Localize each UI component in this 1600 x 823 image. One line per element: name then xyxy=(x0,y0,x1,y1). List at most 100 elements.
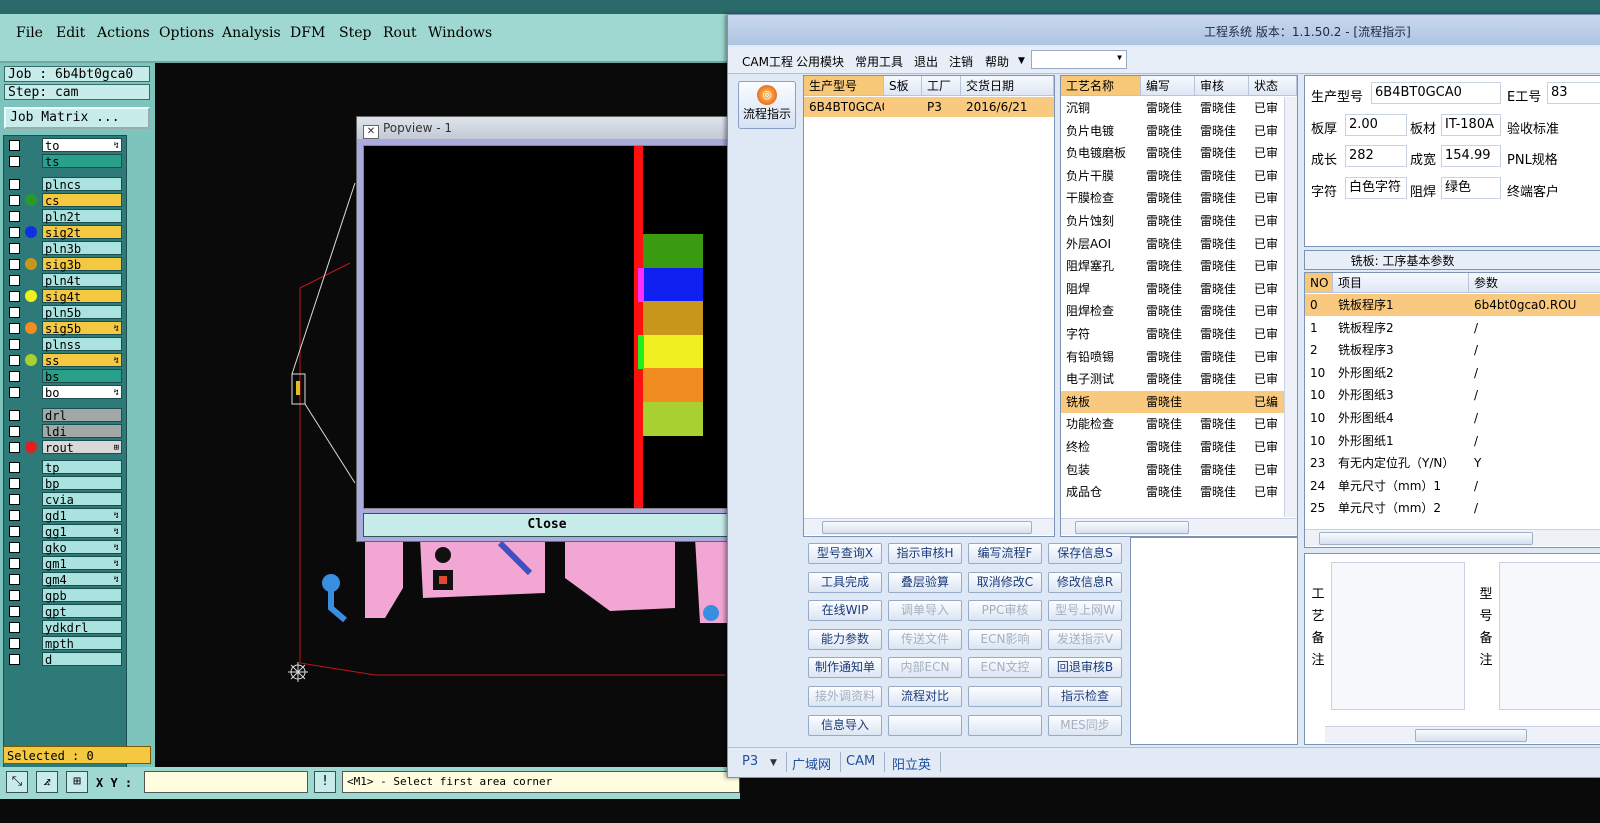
process-cell[interactable]: 雷晓佳 xyxy=(1141,481,1195,503)
menu-help[interactable]: 帮助 xyxy=(985,53,1009,70)
layer-row[interactable]: d xyxy=(4,652,126,667)
process-cell[interactable]: 雷晓佳 xyxy=(1195,255,1249,277)
process-cell[interactable]: 雷晓佳 xyxy=(1195,165,1249,187)
order-cell[interactable] xyxy=(884,97,922,117)
process-cell[interactable]: 雷晓佳 xyxy=(1141,436,1195,458)
order-col-header[interactable]: S板 xyxy=(884,76,922,96)
layer-checkbox[interactable] xyxy=(9,243,20,254)
layer-name[interactable]: pln3b xyxy=(42,241,122,256)
action-button[interactable]: PPC审核 xyxy=(968,600,1042,622)
process-cell[interactable]: 雷晓佳 xyxy=(1141,459,1195,481)
order-cell[interactable]: P3 xyxy=(922,97,961,117)
process-cell[interactable]: 雷晓佳 xyxy=(1141,368,1195,390)
close-button[interactable]: Close xyxy=(363,513,731,537)
order-scrollbar[interactable] xyxy=(804,518,1054,535)
layer-checkbox[interactable] xyxy=(9,542,20,553)
layer-name[interactable]: pln4t xyxy=(42,273,122,288)
process-cell[interactable]: 雷晓佳 xyxy=(1195,481,1249,503)
layer-name[interactable]: gm4 ↯ xyxy=(42,572,122,587)
layer-row[interactable]: ldi xyxy=(4,424,126,439)
layer-name[interactable]: rout ⊞ xyxy=(42,440,122,455)
order-cell[interactable]: 2016/6/21 xyxy=(961,97,1054,117)
process-cell[interactable]: 雷晓佳 xyxy=(1141,346,1195,368)
action-button[interactable]: 接外调资料 xyxy=(808,686,882,707)
layer-checkbox[interactable] xyxy=(9,590,20,601)
action-button[interactable]: ECN文控 xyxy=(968,657,1042,679)
char-field[interactable]: 白色字符 xyxy=(1345,177,1407,199)
layer-name[interactable]: pln2t xyxy=(42,209,122,224)
layer-name[interactable]: cvia xyxy=(42,492,122,507)
process-cell[interactable]: 雷晓佳 xyxy=(1141,142,1195,164)
model-field[interactable]: 6B4BT0GCA0 xyxy=(1371,82,1501,104)
process-cell[interactable]: 雷晓佳 xyxy=(1141,233,1195,255)
layer-name[interactable]: mpth xyxy=(42,636,122,651)
layer-checkbox[interactable] xyxy=(9,462,20,473)
layer-name[interactable]: to ↯ xyxy=(42,138,122,153)
process-cell[interactable]: 雷晓佳 xyxy=(1195,97,1249,119)
material-field[interactable]: IT-180A xyxy=(1441,114,1501,136)
scroll-thumb[interactable] xyxy=(1319,532,1533,545)
layer-checkbox[interactable] xyxy=(9,478,20,489)
param-cell[interactable]: / xyxy=(1469,475,1600,497)
order-col-header[interactable]: 交货日期 xyxy=(961,76,1054,96)
param-cell[interactable]: 10 xyxy=(1305,384,1333,406)
process-cell[interactable]: 外层AOI xyxy=(1061,233,1141,255)
zoom-area-icon[interactable]: ⤡ xyxy=(6,771,28,793)
flow-indicator-button[interactable]: ◎ 流程指示 xyxy=(738,81,796,129)
action-button[interactable]: 调单导入 xyxy=(888,600,962,622)
layer-checkbox[interactable] xyxy=(9,574,20,585)
layer-name[interactable]: bs xyxy=(42,369,122,384)
action-button[interactable]: 修改信息R xyxy=(1048,571,1122,593)
action-button[interactable]: 能力参数 xyxy=(808,628,882,650)
param-cell[interactable]: / xyxy=(1469,407,1600,429)
process-col-header[interactable]: 状态 xyxy=(1249,76,1297,96)
layer-checkbox[interactable] xyxy=(9,323,20,334)
layer-checkbox[interactable] xyxy=(9,140,20,151)
menu-edit[interactable]: Edit xyxy=(56,25,85,41)
action-button[interactable]: 回退审核B xyxy=(1048,657,1122,679)
layer-name[interactable]: gko ↯ xyxy=(42,540,122,555)
process-cell[interactable]: 阻焊检查 xyxy=(1061,300,1141,322)
process-cell[interactable]: 雷晓佳 xyxy=(1141,278,1195,300)
layer-name[interactable]: sig2t xyxy=(42,225,122,240)
layer-row[interactable]: sig4t xyxy=(4,289,126,304)
process-cell[interactable]: 功能检查 xyxy=(1061,413,1141,435)
layer-checkbox[interactable] xyxy=(9,339,20,350)
layer-name[interactable]: ldi xyxy=(42,424,122,439)
layer-checkbox[interactable] xyxy=(9,156,20,167)
layer-row[interactable]: ts xyxy=(4,154,126,169)
action-button[interactable]: 流程对比 xyxy=(888,686,962,707)
menu-tools[interactable]: 常用工具 xyxy=(855,53,903,70)
menu-analysis[interactable]: Analysis xyxy=(222,25,281,41)
action-button[interactable]: 内部ECN xyxy=(888,657,962,679)
layer-row[interactable]: cvia xyxy=(4,492,126,507)
process-cell[interactable]: 负片蚀刻 xyxy=(1061,210,1141,232)
layer-row[interactable]: cs xyxy=(4,193,126,208)
param-cell[interactable]: / xyxy=(1469,317,1600,339)
param-cell[interactable]: 10 xyxy=(1305,362,1333,384)
process-cell[interactable]: 包装 xyxy=(1061,459,1141,481)
factory-dropdown-icon[interactable]: ▼ xyxy=(770,758,777,768)
layer-checkbox[interactable] xyxy=(9,259,20,270)
layer-row[interactable]: gpt xyxy=(4,604,126,619)
param-cell[interactable]: 1 xyxy=(1305,317,1333,339)
layer-checkbox[interactable] xyxy=(9,606,20,617)
param-cell[interactable]: 10 xyxy=(1305,430,1333,452)
job-matrix-button[interactable]: Job Matrix ... xyxy=(4,107,150,129)
param-cell[interactable]: 有无内定位孔（Y/N） xyxy=(1333,452,1469,474)
process-cell[interactable]: 电子测试 xyxy=(1061,368,1141,390)
layer-row[interactable]: mpth xyxy=(4,636,126,651)
layer-checkbox[interactable] xyxy=(9,638,20,649)
layer-checkbox[interactable] xyxy=(9,195,20,206)
process-cell[interactable]: 雷晓佳 xyxy=(1141,323,1195,345)
param-cell[interactable]: Y xyxy=(1469,452,1600,474)
action-button[interactable]: 指示检查 xyxy=(1048,686,1122,707)
layer-checkbox[interactable] xyxy=(9,355,20,366)
layer-name[interactable]: tp xyxy=(42,460,122,475)
process-vscrollbar[interactable] xyxy=(1284,97,1297,517)
param-cell[interactable]: 2 xyxy=(1305,339,1333,361)
action-button[interactable]: 型号查询X xyxy=(808,543,882,564)
process-cell[interactable]: 雷晓佳 xyxy=(1195,278,1249,300)
process-cell[interactable]: 雷晓佳 xyxy=(1195,413,1249,435)
width-field[interactable]: 154.99 xyxy=(1441,145,1501,167)
